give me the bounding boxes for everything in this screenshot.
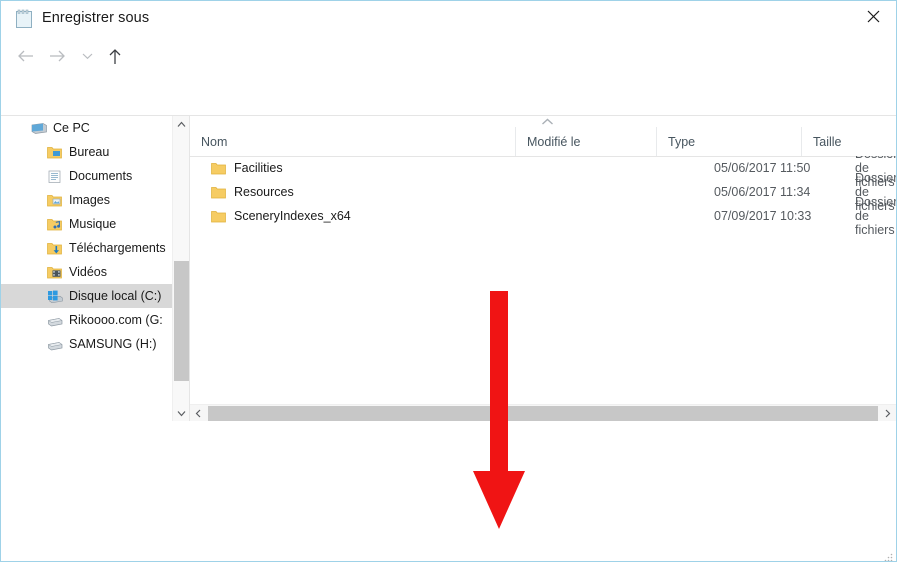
sidebar-item-label: Documents	[69, 169, 133, 183]
windows-drive-icon	[46, 288, 63, 304]
sidebar-item-rikoooo-com-g[interactable]: Rikoooo.com (G:	[1, 308, 172, 332]
hscroll-thumb[interactable]	[208, 406, 878, 421]
sidebar-scroll-down-button[interactable]	[173, 405, 190, 422]
back-button[interactable]	[13, 44, 37, 68]
sidebar-item-label: Images	[69, 193, 110, 207]
sidebar-item-label: Bureau	[69, 145, 110, 159]
sidebar-item-label: SAMSUNG (H:)	[69, 337, 157, 351]
file-list-pane: Nom Modifié le Type Taille Facilities 05/06/…	[190, 116, 896, 422]
sidebar-item-ce-pc[interactable]: Ce PC	[1, 116, 172, 140]
downloads-folder-icon	[46, 240, 63, 256]
sidebar-scroll-up-button[interactable]	[173, 116, 190, 133]
table-row[interactable]: SceneryIndexes_x64 07/09/2017 10:33 Dossie…	[190, 195, 896, 237]
column-header-modifi-le[interactable]: Modifié le	[515, 127, 656, 156]
sidebar-item-disque-local-c[interactable]: Disque local (C:)	[1, 284, 172, 308]
sidebar-item-bureau[interactable]: Bureau	[1, 140, 172, 164]
close-button[interactable]	[850, 1, 896, 31]
file-modified: 07/09/2017 10:33	[714, 209, 812, 223]
chevron-down-icon	[177, 411, 186, 417]
sidebar-item-t-l-chargements[interactable]: Téléchargements	[1, 236, 172, 260]
folder-icon	[211, 162, 226, 175]
table-row[interactable]: Resources 05/06/2017 11:34 Dossier de fich…	[190, 171, 896, 213]
column-headers: Nom Modifié le Type Taille	[190, 127, 896, 157]
resize-grip[interactable]	[883, 551, 893, 561]
sidebar-scroll-thumb[interactable]	[174, 261, 189, 381]
sidebar-item-images[interactable]: Images	[1, 188, 172, 212]
sidebar-scrollbar[interactable]	[172, 116, 190, 422]
videos-folder-icon	[46, 264, 63, 280]
file-list-horizontal-scrollbar[interactable]	[190, 404, 896, 422]
folder-icon	[211, 186, 226, 199]
sidebar-item-label: Vidéos	[69, 265, 107, 279]
drive-icon	[46, 336, 63, 352]
file-modified: 05/06/2017 11:34	[714, 185, 811, 199]
file-modified: 05/06/2017 11:50	[714, 161, 811, 175]
drive-icon	[46, 312, 63, 328]
column-header-nom[interactable]: Nom	[190, 127, 515, 156]
chevron-up-icon	[177, 121, 186, 127]
chevron-right-icon	[885, 409, 891, 418]
file-name: Facilities	[234, 161, 283, 175]
sidebar-item-vid-os[interactable]: Vidéos	[1, 260, 172, 284]
hscroll-right-button[interactable]	[879, 405, 896, 422]
title-bar: Enregistrer sous	[1, 1, 896, 37]
documents-folder-icon	[46, 168, 63, 184]
sidebar-item-label: Rikoooo.com (G:	[69, 313, 163, 327]
desktop-folder-icon	[46, 144, 63, 160]
command-bar: Organiser Nouveau dossier	[1, 79, 896, 185]
folder-tree: Ce PC Bureau Documents Images Musique Télécha…	[1, 116, 172, 356]
sidebar-item-documents[interactable]: Documents	[1, 164, 172, 188]
up-button[interactable]	[103, 44, 127, 68]
arrow-up-icon	[109, 48, 121, 64]
music-folder-icon	[46, 216, 63, 232]
sidebar-item-label: Ce PC	[53, 121, 90, 135]
notepad-icon	[15, 9, 34, 29]
chevron-down-icon	[82, 53, 92, 60]
hscroll-left-button[interactable]	[190, 405, 207, 422]
column-header-type[interactable]: Type	[656, 127, 801, 156]
sidebar-item-label: Disque local (C:)	[69, 289, 162, 303]
folder-icon	[211, 210, 226, 223]
file-list[interactable]: Facilities 05/06/2017 11:50 Dossier de fic…	[190, 156, 896, 411]
window-title: Enregistrer sous	[42, 10, 150, 26]
chevron-left-icon	[195, 409, 201, 418]
close-icon	[867, 10, 879, 22]
save-form: Nom du fichier : scenery.cfg Type : Fich…	[1, 421, 896, 561]
computer-icon	[30, 120, 47, 136]
sidebar-item-label: Téléchargements	[69, 241, 166, 255]
sidebar-item-samsung-h[interactable]: SAMSUNG (H:)	[1, 332, 172, 356]
column-header-taille[interactable]: Taille	[801, 127, 896, 156]
file-name: SceneryIndexes_x64	[234, 209, 351, 223]
file-name: Resources	[234, 185, 294, 199]
arrow-left-icon	[17, 50, 33, 62]
sidebar-item-musique[interactable]: Musique	[1, 212, 172, 236]
sidebar-item-label: Musique	[69, 217, 117, 231]
content-area: Ce PC Bureau Documents Images Musique Télécha…	[1, 115, 896, 422]
forward-button[interactable]	[45, 44, 69, 68]
file-type: Dossier de fichiers	[855, 195, 896, 237]
navigation-pane: Ce PC Bureau Documents Images Musique Télécha…	[1, 116, 172, 422]
navigation-bar: « ProgramData › Lockheed Martin › Prepar…	[1, 37, 896, 105]
table-row[interactable]: Facilities05/06/2017 11:50Dossier de fic…	[190, 156, 896, 189]
pictures-folder-icon	[46, 192, 63, 208]
arrow-right-icon	[49, 50, 65, 62]
recent-locations-button[interactable]	[75, 44, 99, 68]
save-as-dialog: Enregistrer sous Ce PC Bureau Documents …	[0, 0, 897, 562]
